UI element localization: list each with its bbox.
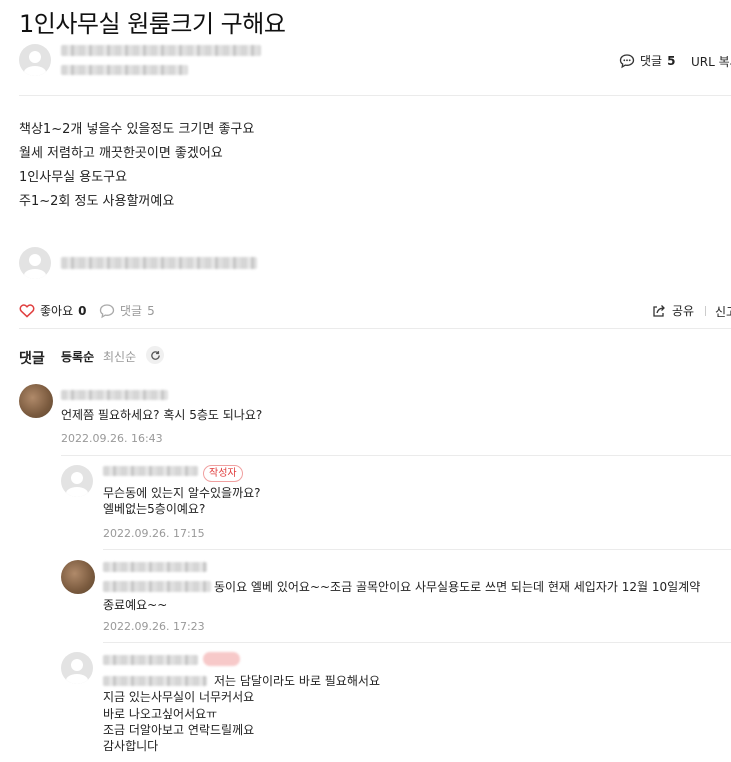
profile-avatar[interactable] <box>19 247 51 279</box>
like-count: 0 <box>78 303 87 318</box>
comment-text: 종료예요~~ <box>103 598 168 612</box>
comment-date: 2022.09.26. 17:23 <box>103 620 205 633</box>
comment-text: 동이요 엘베 있어요~~조금 골목안이요 사무실용도로 쓰면 되는데 현재 세입… <box>214 580 701 594</box>
comment-text: 언제쯤 필요하세요? 혹시 5층도 되나요? <box>61 408 263 422</box>
comment-divider <box>103 642 731 643</box>
profile-name-blurred <box>61 257 257 269</box>
comment-text: 엘베없는5층이예요? <box>103 502 206 516</box>
commenter-avatar[interactable] <box>19 384 53 418</box>
speech-bubble-icon <box>619 53 635 69</box>
post-comment-link[interactable]: 댓글 5 <box>619 52 675 69</box>
sort-registered-tab[interactable]: 등록순 <box>61 348 94 365</box>
share-icon <box>651 303 667 319</box>
comments-heading: 댓글 <box>19 351 45 367</box>
post-title: 1인사무실 원룸크기 구해요 <box>19 10 286 38</box>
heart-icon <box>19 303 35 318</box>
body-line: 주1~2회 정도 사용할꺼예요 <box>19 194 175 209</box>
like-label: 좋아요 <box>40 304 74 318</box>
comment-date: 2022.09.26. 16:43 <box>61 432 163 445</box>
body-line: 월세 저렴하고 깨끗한곳이면 좋겠어요 <box>19 146 223 161</box>
post-comment-count: 5 <box>667 53 676 68</box>
speech-bubble-icon <box>99 303 115 319</box>
header-divider <box>19 95 731 96</box>
url-copy-button[interactable]: URL 복사 <box>691 53 731 70</box>
commenter-name-blurred <box>103 655 198 665</box>
commenter-avatar[interactable] <box>61 560 95 594</box>
action-comment-label: 댓글 <box>120 304 143 318</box>
body-line: 1인사무실 용도구요 <box>19 170 128 185</box>
comment-text: 감사합니다 <box>103 739 159 753</box>
author-tag-blurred <box>203 652 240 666</box>
like-button[interactable]: 좋아요 0 <box>19 302 86 319</box>
commenter-avatar[interactable] <box>61 465 93 497</box>
action-divider <box>19 328 731 329</box>
commenter-name-blurred <box>103 466 198 476</box>
commenter-name-blurred <box>61 390 168 400</box>
sort-latest-tab[interactable]: 최신순 <box>103 348 136 365</box>
comment-text: 지금 있는사무실이 너무커서요 <box>103 690 255 704</box>
commenter-avatar[interactable] <box>61 652 93 684</box>
comment-text-blurred <box>103 581 211 592</box>
commenter-name-blurred <box>103 562 207 572</box>
report-button[interactable]: 신고 <box>715 303 731 320</box>
author-avatar[interactable] <box>19 44 51 76</box>
post-meta-blurred <box>61 65 188 75</box>
comment-divider <box>103 549 731 550</box>
share-label: 공유 <box>672 304 695 318</box>
action-comment-button[interactable]: 댓글 5 <box>99 302 155 319</box>
share-button[interactable]: 공유 <box>651 302 694 319</box>
action-separator <box>705 306 706 316</box>
comment-date: 2022.09.26. 17:15 <box>103 527 205 540</box>
author-name-blurred <box>61 45 261 56</box>
author-tag: 작성자 <box>203 465 243 482</box>
action-comment-count: 5 <box>147 303 155 318</box>
comment-divider <box>61 455 731 456</box>
refresh-icon[interactable] <box>146 346 164 364</box>
post-comment-label: 댓글 <box>640 54 663 68</box>
comment-text-blurred <box>103 676 207 686</box>
body-line: 책상1~2개 넣을수 있을정도 크기면 좋구요 <box>19 122 255 137</box>
